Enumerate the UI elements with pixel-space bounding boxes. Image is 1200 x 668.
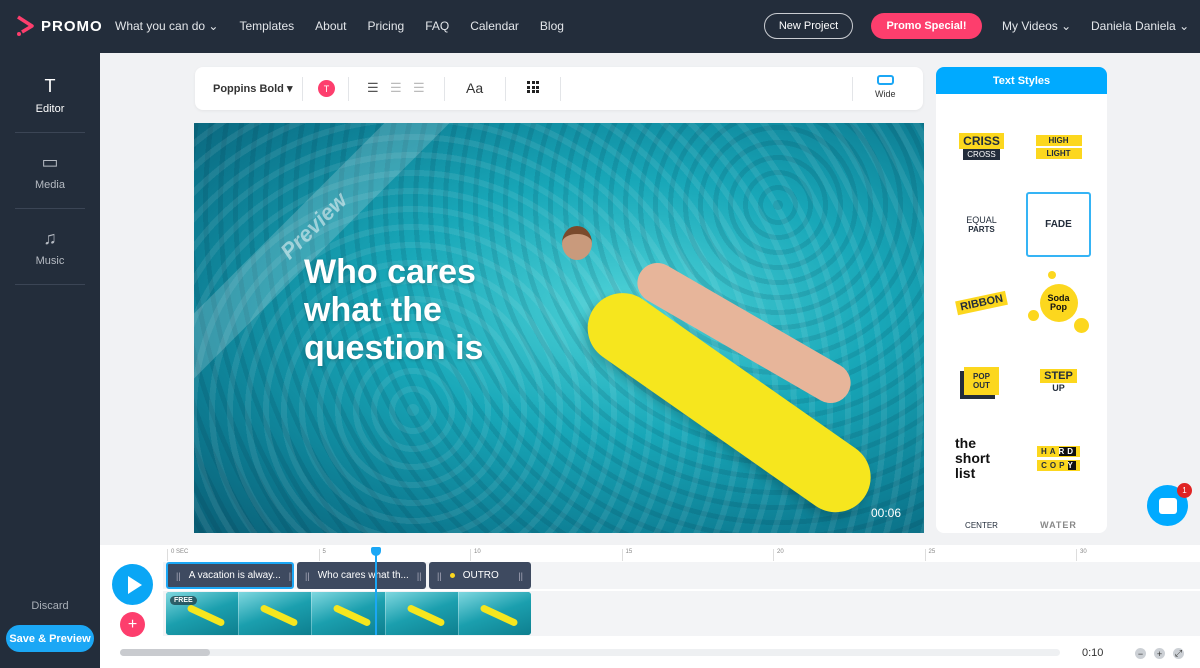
timeline: 0 SEC 5 10 15 20 25 30 + || A vacation is alway…: [100, 545, 1200, 668]
text-color-button[interactable]: T: [318, 80, 335, 97]
nav-blog[interactable]: Blog: [540, 19, 564, 33]
style-pop-out[interactable]: POP OUT: [949, 348, 1014, 413]
media-icon: ▭: [41, 151, 59, 172]
nav-faq[interactable]: FAQ: [425, 19, 449, 33]
nav-templates[interactable]: Templates: [239, 19, 294, 33]
style-equal-parts[interactable]: EQUAL PARTS: [949, 192, 1014, 257]
chat-button[interactable]: 1: [1147, 483, 1192, 526]
ruler-tick: 20: [773, 549, 784, 561]
add-button[interactable]: +: [120, 612, 145, 637]
nav-calendar[interactable]: Calendar: [470, 19, 519, 33]
fit-icon[interactable]: ⤢: [1173, 648, 1184, 659]
text-clip[interactable]: || A vacation is alway... ||: [166, 562, 294, 589]
logo[interactable]: PROMO: [15, 15, 103, 37]
sidebar-item-editor[interactable]: T Editor: [15, 58, 85, 133]
top-nav: PROMO What you can do ⌄ Templates About …: [0, 0, 1200, 53]
ruler-tick: 30: [1076, 549, 1087, 561]
style-hard-copy[interactable]: HARD COPY: [1026, 426, 1091, 491]
style-fade[interactable]: FADE: [1026, 192, 1091, 257]
text-toolbar: Poppins Bold ▾ T ☰ ☰ ☰ Aa Wide: [195, 67, 923, 110]
ruler-tick: 25: [924, 549, 935, 561]
text-icon: T: [44, 75, 56, 96]
align-left-icon[interactable]: ☰: [367, 80, 379, 96]
play-button[interactable]: [112, 564, 153, 605]
outro-clip[interactable]: || OUTRO ||: [429, 562, 531, 589]
new-project-button[interactable]: New Project: [764, 13, 853, 39]
video-clip[interactable]: [166, 592, 531, 635]
my-videos-menu[interactable]: My Videos ⌄: [1002, 19, 1071, 33]
aspect-wide-button[interactable]: Wide: [875, 75, 896, 99]
chat-icon: [1158, 497, 1177, 514]
ruler-tick: 5: [318, 549, 326, 561]
timeline-scrollbar[interactable]: [120, 649, 1060, 656]
caption-text[interactable]: Who cares what the question is: [304, 253, 514, 367]
user-menu[interactable]: Daniela Daniela ⌄: [1091, 19, 1189, 33]
save-preview-button[interactable]: Save & Preview: [6, 625, 94, 652]
logo-text: PROMO: [41, 17, 103, 35]
zoom-in-icon[interactable]: +: [1154, 648, 1165, 659]
discard-button[interactable]: Discard: [0, 600, 100, 612]
style-water[interactable]: WATER: [1026, 504, 1091, 530]
play-icon: [127, 575, 142, 594]
sidebar-item-music[interactable]: ♫ Music: [15, 210, 85, 285]
text-clip[interactable]: || Who cares what th... ||: [297, 562, 426, 589]
grid-icon[interactable]: [527, 81, 539, 93]
text-size-button[interactable]: Aa: [466, 80, 483, 96]
style-criss-cross[interactable]: CRISS CROSS: [949, 114, 1014, 179]
video-timestamp: 00:06: [870, 506, 901, 520]
duration: 0:10: [1082, 647, 1104, 659]
font-select[interactable]: Poppins Bold ▾: [213, 82, 292, 95]
style-step-up[interactable]: STEP UP: [1026, 348, 1091, 413]
play-logo-icon: [17, 15, 34, 36]
playhead[interactable]: [371, 547, 382, 635]
ruler-tick: 15: [621, 549, 632, 561]
sidebar-item-media[interactable]: ▭ Media: [15, 134, 85, 209]
nav-pricing[interactable]: Pricing: [368, 19, 405, 33]
text-styles-panel: Text Styles CRISS CROSS HIGH LIGHT EQUAL PA…: [936, 67, 1107, 533]
style-soda-pop[interactable]: Soda Pop: [1026, 270, 1091, 335]
style-highlight[interactable]: HIGH LIGHT: [1026, 114, 1091, 179]
free-badge: FREE: [170, 596, 197, 605]
align-center-icon[interactable]: ☰: [390, 80, 402, 96]
promo-special-button[interactable]: Promo Special!: [871, 13, 982, 39]
wide-icon: [876, 75, 894, 85]
ruler-tick: 0 SEC: [167, 549, 188, 561]
nav-about[interactable]: About: [315, 19, 346, 33]
ruler-tick: 10: [470, 549, 481, 561]
style-ribbon[interactable]: RIBBON: [949, 270, 1014, 335]
sidebar: T Editor ▭ Media ♫ Music Discard Save & Pre…: [0, 53, 100, 668]
zoom-out-icon[interactable]: −: [1135, 648, 1146, 659]
music-icon: ♫: [43, 227, 57, 248]
align-right-icon[interactable]: ☰: [413, 80, 425, 96]
text-styles-title: Text Styles: [936, 67, 1107, 94]
chat-badge: 1: [1177, 483, 1192, 498]
style-short-list[interactable]: the short list: [949, 426, 1014, 491]
video-preview[interactable]: Preview Who cares what the question is 0…: [194, 123, 924, 533]
style-center[interactable]: CENTER: [949, 504, 1014, 530]
timeline-ruler: 0 SEC 5 10 15 20 25 30: [100, 545, 1200, 561]
nav-what-you-can-do[interactable]: What you can do ⌄: [115, 19, 218, 33]
